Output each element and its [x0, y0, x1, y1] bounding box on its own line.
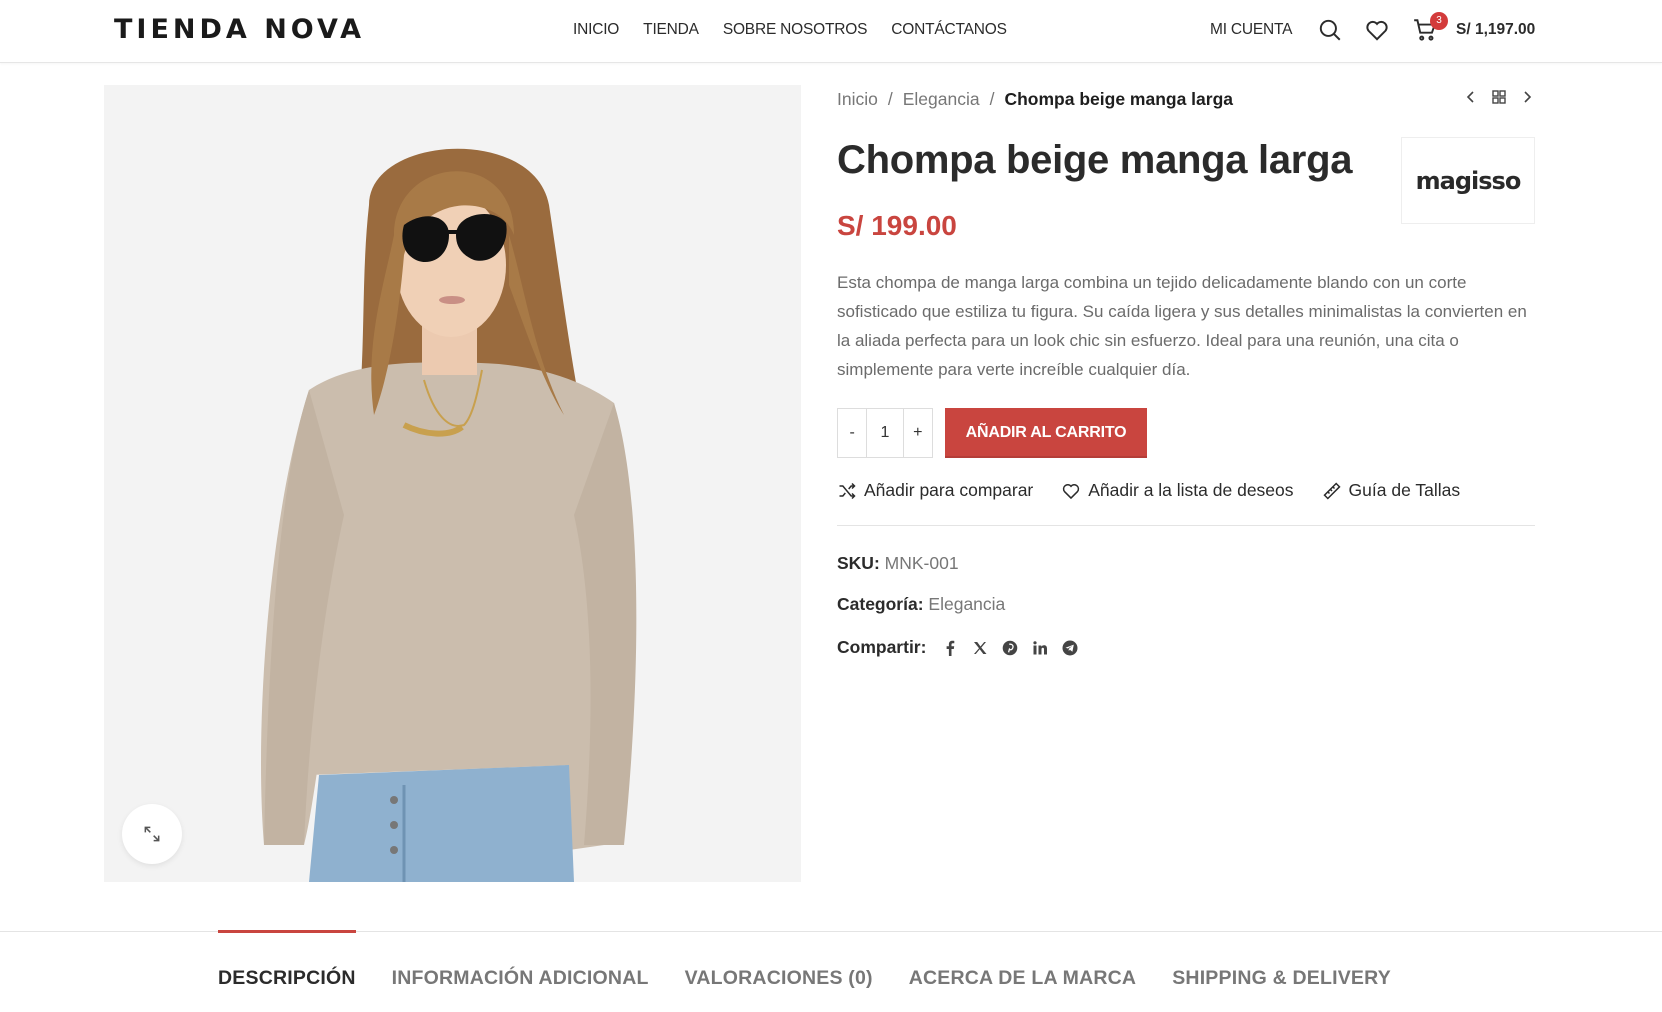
zoom-button[interactable]: [122, 804, 182, 864]
product-actions: Añadir para comparar Añadir a la lista d…: [837, 480, 1460, 501]
tab-informacion-adicional[interactable]: INFORMACIÓN ADICIONAL: [392, 930, 649, 990]
telegram-icon[interactable]: [1062, 640, 1078, 656]
product-tabs: DESCRIPCIÓN INFORMACIÓN ADICIONAL VALORA…: [218, 930, 1391, 990]
cart-total[interactable]: S/ 1,197.00: [1456, 21, 1535, 39]
wishlist-label: Añadir a la lista de deseos: [1088, 480, 1294, 500]
size-guide-button[interactable]: Guía de Tallas: [1322, 480, 1461, 501]
quantity-input[interactable]: 1: [866, 409, 904, 457]
nav-item-inicio[interactable]: INICIO: [573, 21, 619, 39]
category-link[interactable]: Elegancia: [928, 594, 1005, 614]
divider: [837, 525, 1535, 526]
quantity-increase-button[interactable]: +: [904, 409, 932, 457]
heart-icon: [1063, 483, 1080, 499]
sku-label: SKU:: [837, 553, 880, 573]
tab-valoraciones[interactable]: VALORACIONES (0): [685, 930, 873, 990]
product-navigation: [1463, 89, 1535, 105]
nav-item-sobre-nosotros[interactable]: SOBRE NOSOTROS: [723, 21, 868, 39]
quantity-stepper: - 1 +: [837, 408, 933, 458]
share-label: Compartir:: [837, 637, 927, 657]
site-header: TIENDA NOVA INICIO TIENDA SOBRE NOSOTROS…: [0, 0, 1662, 63]
chevron-right-icon[interactable]: [1519, 89, 1535, 105]
brand-logo-box[interactable]: magisso: [1401, 137, 1535, 224]
size-guide-label: Guía de Tallas: [1348, 480, 1461, 500]
quantity-decrease-button[interactable]: -: [838, 409, 866, 457]
product-photo: [104, 85, 801, 882]
product-sku: SKU: MNK-001: [837, 553, 959, 574]
my-account-link[interactable]: MI CUENTA: [1210, 21, 1293, 39]
shuffle-icon: [839, 482, 856, 499]
breadcrumb: Inicio / Elegancia / Chompa beige manga …: [837, 89, 1233, 110]
breadcrumb-home[interactable]: Inicio: [837, 89, 878, 110]
tab-acerca-de-la-marca[interactable]: ACERCA DE LA MARCA: [909, 930, 1136, 990]
nav-item-contactanos[interactable]: CONTÁCTANOS: [891, 21, 1007, 39]
product-image[interactable]: [104, 85, 801, 882]
add-to-cart-button[interactable]: AÑADIR AL CARRITO: [945, 408, 1147, 458]
pinterest-icon[interactable]: [1002, 640, 1018, 656]
tab-descripcion[interactable]: DESCRIPCIÓN: [218, 930, 356, 990]
product-price: S/ 199.00: [837, 210, 957, 241]
breadcrumb-separator: /: [887, 89, 893, 109]
search-icon[interactable]: [1317, 17, 1343, 43]
product-description: Esta chompa de manga larga combina un te…: [837, 273, 1527, 379]
wishlist-button[interactable]: Añadir a la lista de deseos: [1061, 480, 1294, 501]
sku-value: MNK-001: [884, 553, 959, 573]
category-label: Categoría:: [837, 594, 924, 614]
brand-logo: magisso: [1415, 166, 1522, 195]
main-nav: INICIO TIENDA SOBRE NOSOTROS CONTÁCTANOS: [573, 21, 1007, 39]
breadcrumb-category[interactable]: Elegancia: [903, 89, 980, 110]
tab-shipping-delivery[interactable]: SHIPPING & DELIVERY: [1172, 930, 1391, 990]
breadcrumb-current: Chompa beige manga larga: [1004, 89, 1234, 109]
compare-label: Añadir para comparar: [864, 480, 1034, 500]
compare-button[interactable]: Añadir para comparar: [837, 480, 1033, 501]
chevron-left-icon[interactable]: [1463, 89, 1479, 105]
cart-count-badge: 3: [1430, 12, 1448, 30]
product-title: Chompa beige manga larga: [837, 138, 1353, 182]
ruler-icon: [1322, 481, 1341, 500]
nav-item-tienda[interactable]: TIENDA: [643, 21, 699, 39]
share-links: Compartir:: [837, 637, 1078, 658]
heart-icon[interactable]: [1364, 17, 1390, 43]
linkedin-icon[interactable]: [1032, 640, 1048, 656]
expand-icon: [144, 826, 160, 842]
product-category: Categoría: Elegancia: [837, 594, 1005, 615]
site-logo[interactable]: TIENDA NOVA: [114, 14, 365, 45]
x-icon[interactable]: [972, 640, 988, 656]
breadcrumb-separator: /: [989, 89, 995, 109]
grid-icon[interactable]: [1491, 89, 1507, 105]
facebook-icon[interactable]: [942, 640, 958, 656]
